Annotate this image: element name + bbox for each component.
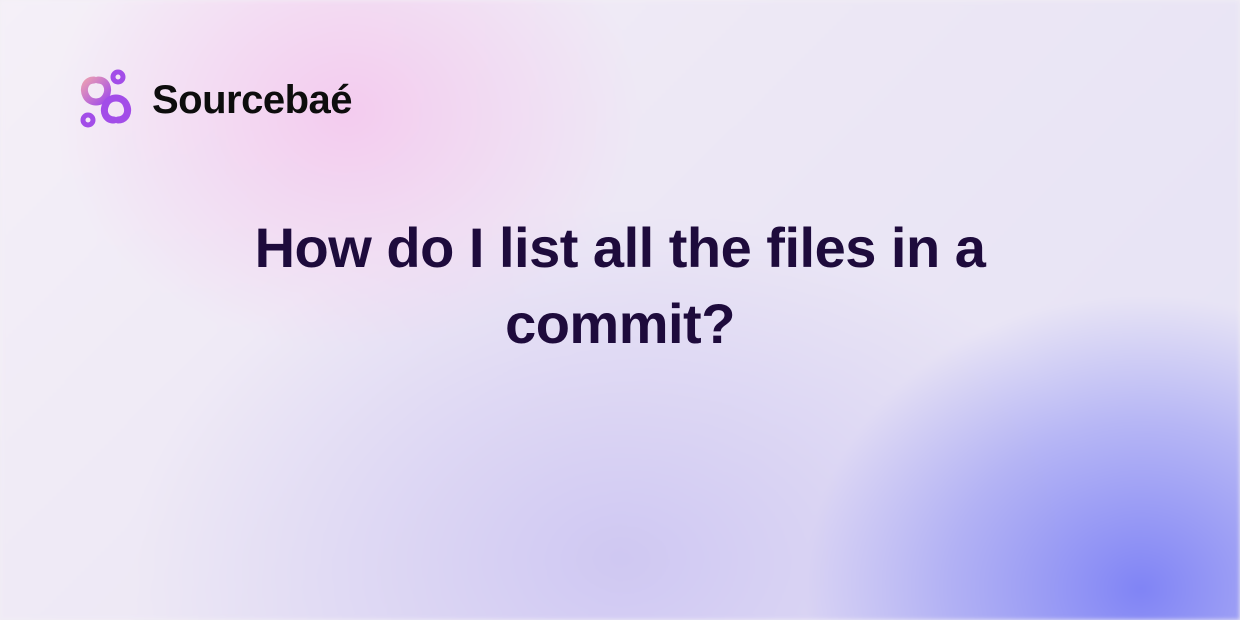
brand-logo-icon bbox=[74, 68, 138, 132]
article-title: How do I list all the files in a commit? bbox=[0, 210, 1240, 361]
brand-name: Sourcebaé bbox=[152, 78, 352, 123]
brand-block: Sourcebaé bbox=[74, 68, 352, 132]
